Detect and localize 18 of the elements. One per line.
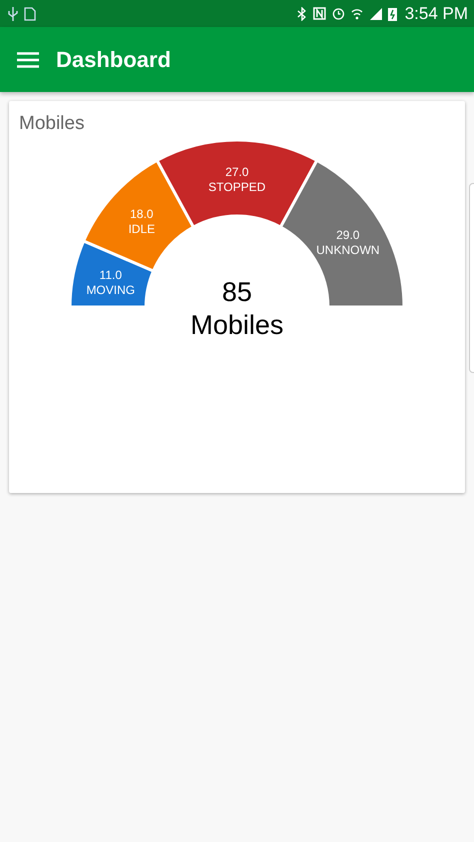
bluetooth-icon [296,6,307,20]
slice-label: 27.0 STOPPED [208,165,266,194]
clock-time: 3:54 PM [404,4,468,24]
slice-label: 29.0 UNKNOWN [316,228,380,258]
wifi-icon [350,7,363,20]
slice-label: 11.0 MOVING [86,268,135,297]
menu-icon[interactable] [17,52,39,68]
card-title: Mobiles [19,113,84,135]
signal-icon [368,7,382,20]
alarm-icon [332,7,345,20]
screen-title: Dashboard [56,46,171,72]
total-label: Mobiles [190,310,284,340]
battery-icon [388,6,397,20]
total-count: 85 [222,277,252,307]
nfc-icon [312,7,326,20]
usb-icon [8,6,18,20]
sim-card-icon [24,6,36,20]
slice-label: 18.0 IDLE [128,207,155,236]
